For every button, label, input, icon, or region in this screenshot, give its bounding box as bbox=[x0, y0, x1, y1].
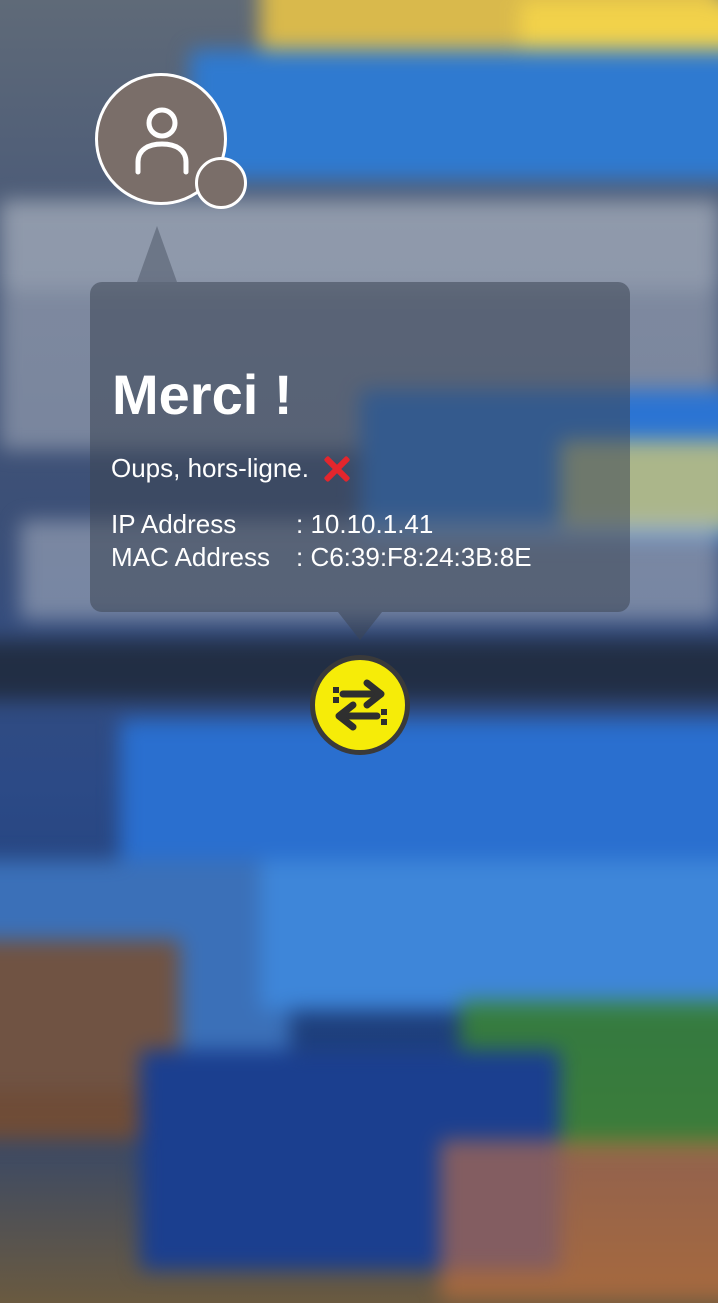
avatar-pointer bbox=[137, 226, 177, 282]
swap-arrows-icon bbox=[333, 679, 387, 731]
status-line: Oups, hors-ligne. bbox=[111, 452, 351, 484]
ip-address-row: IP Address : 10.10.1.41 bbox=[111, 508, 433, 540]
user-icon bbox=[135, 107, 189, 175]
mac-address-value: : C6:39:F8:24:3B:8E bbox=[296, 542, 532, 572]
cross-mark-icon bbox=[321, 453, 351, 483]
ip-address-label: IP Address bbox=[111, 509, 237, 539]
page-title: Merci ! bbox=[112, 363, 293, 426]
mac-address-label: MAC Address bbox=[111, 542, 270, 572]
status-text: Oups, hors-ligne. bbox=[111, 453, 309, 483]
avatar-status-badge bbox=[195, 157, 247, 209]
ip-address-value: : 10.10.1.41 bbox=[296, 509, 434, 539]
mac-address-row: MAC Address : C6:39:F8:24:3B:8E bbox=[111, 541, 532, 573]
card-pointer bbox=[338, 612, 382, 640]
swap-button[interactable] bbox=[310, 655, 410, 755]
background-photo bbox=[0, 0, 718, 1303]
